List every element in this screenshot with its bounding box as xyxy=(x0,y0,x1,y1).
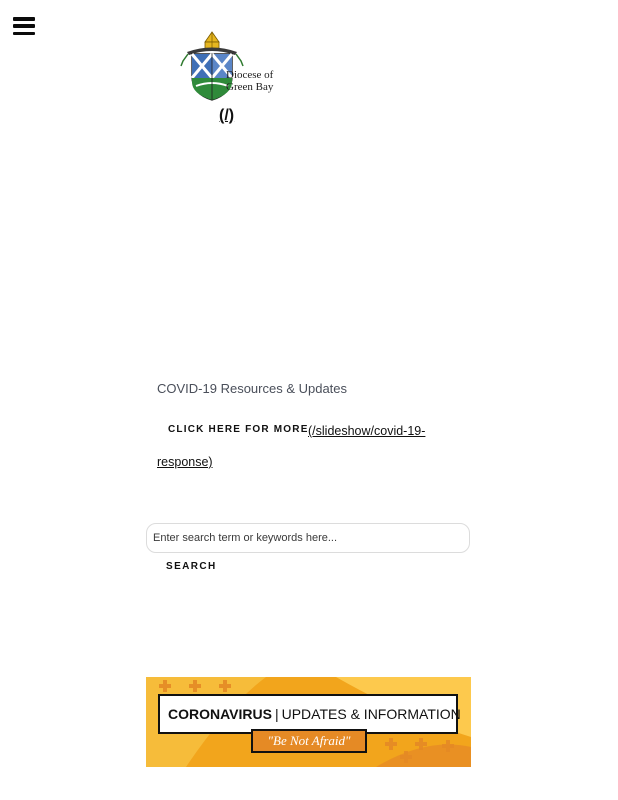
hamburger-line xyxy=(13,24,35,28)
search-button[interactable]: SEARCH xyxy=(166,561,217,572)
hamburger-line xyxy=(13,31,35,36)
click-here-for-more-button[interactable]: CLICK HERE FOR MORE xyxy=(168,424,309,435)
hamburger-line xyxy=(13,17,35,21)
banner-title-box: CORONAVIRUS | UPDATES & INFORMATION xyxy=(158,694,461,734)
banner-title-bold: CORONAVIRUS xyxy=(168,706,272,722)
covid-slideshow-link[interactable]: (/slideshow/covid-19- xyxy=(308,424,425,438)
home-link[interactable]: (/) xyxy=(219,107,234,125)
coronavirus-banner[interactable]: CORONAVIRUS | UPDATES & INFORMATION "Be No… xyxy=(146,677,471,767)
diocese-logo-text: Diocese of Green Bay xyxy=(226,69,273,93)
banner-tagline: "Be Not Afraid" xyxy=(251,729,367,753)
covid-slideshow-link-continued[interactable]: response) xyxy=(157,455,213,469)
hamburger-menu-icon[interactable] xyxy=(13,17,35,36)
banner-separator: | xyxy=(274,706,279,722)
logo-line-1: Diocese of xyxy=(226,69,274,81)
search-input[interactable] xyxy=(146,523,470,553)
banner-title-rest: UPDATES & INFORMATION xyxy=(281,706,461,722)
banner-title: CORONAVIRUS | UPDATES & INFORMATION xyxy=(168,706,461,722)
logo-line-2: Green Bay xyxy=(226,81,274,93)
covid-heading: COVID-19 Resources & Updates xyxy=(157,381,348,396)
